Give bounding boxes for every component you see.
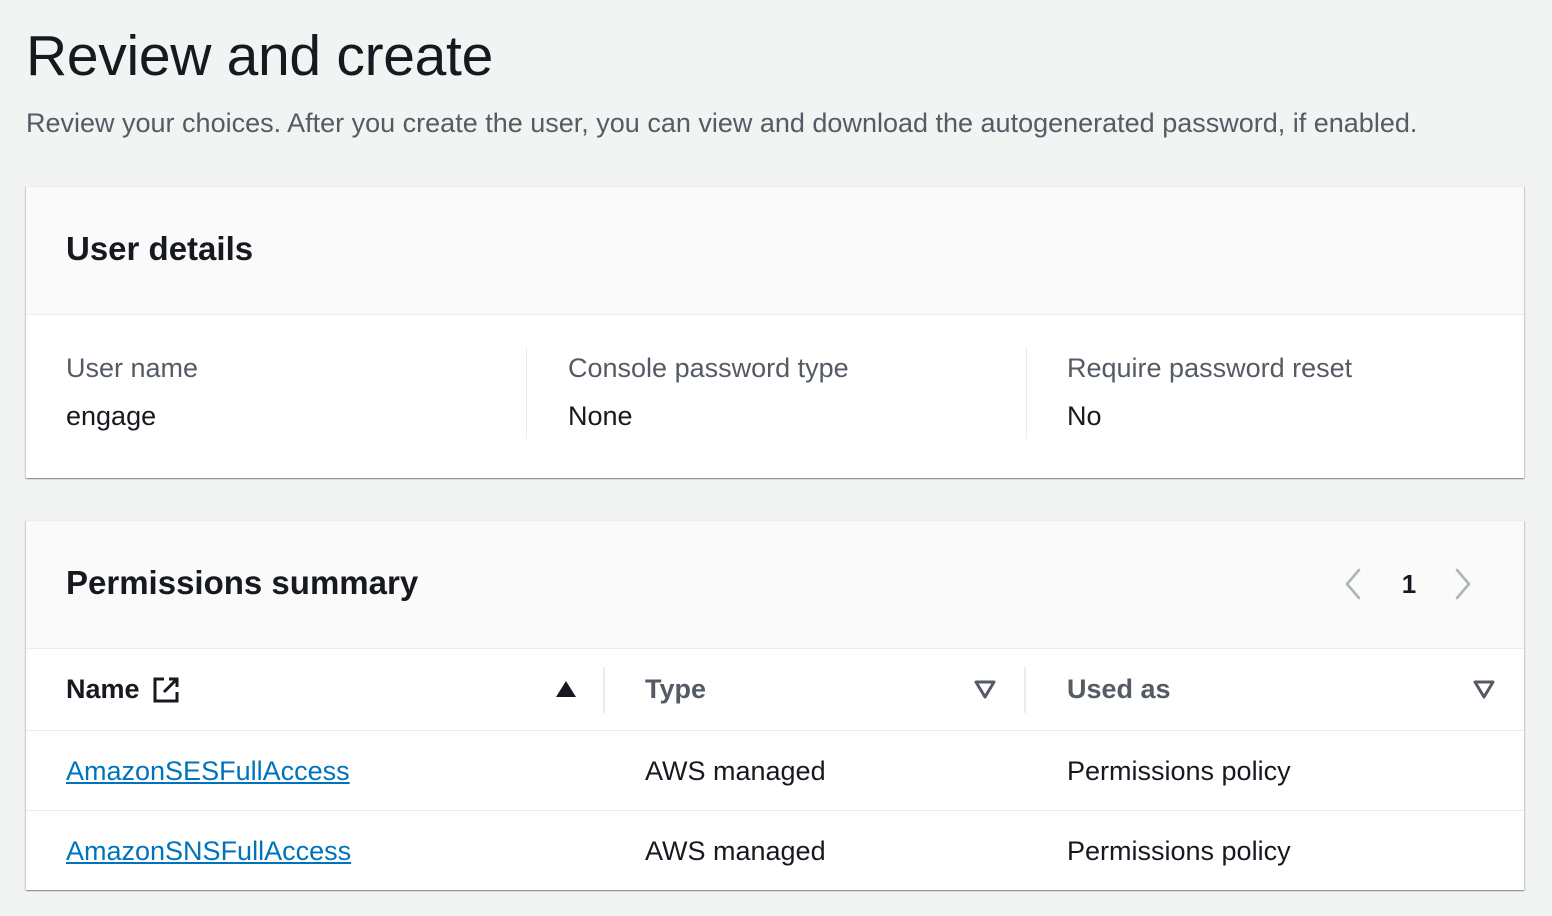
field-value: engage xyxy=(66,401,157,431)
field-value: None xyxy=(568,401,633,431)
column-header-label: Used as xyxy=(1067,674,1171,704)
sort-ascending-icon xyxy=(556,681,576,697)
column-header-type[interactable]: Type xyxy=(645,649,1005,730)
column-header-used-as[interactable]: Used as xyxy=(1067,649,1497,730)
chevron-right-icon xyxy=(1455,568,1471,600)
field-label: Console password type xyxy=(568,353,849,383)
previous-page-button[interactable] xyxy=(1338,565,1368,603)
column-divider xyxy=(1024,667,1026,713)
sort-icon xyxy=(1473,680,1495,699)
column-divider xyxy=(603,667,605,713)
permissions-summary-title: Permissions summary xyxy=(66,564,419,601)
field-require-password-reset: Require password reset No xyxy=(1026,347,1524,439)
user-details-header: User details xyxy=(26,187,1524,315)
page-description: Review your choices. After you create th… xyxy=(26,108,1418,138)
chevron-left-icon xyxy=(1345,568,1361,600)
permissions-summary-container: Permissions summary 1 Name Type Used as … xyxy=(26,520,1524,890)
pagination: 1 xyxy=(1338,565,1478,603)
sort-icon xyxy=(974,680,996,699)
policy-link[interactable]: AmazonSNSFullAccess xyxy=(66,832,351,870)
permissions-summary-header: Permissions summary 1 xyxy=(26,521,1524,649)
field-console-password-type: Console password type None xyxy=(526,347,1026,439)
policy-used-as: Permissions policy xyxy=(1067,756,1291,786)
external-link-icon xyxy=(153,677,179,703)
table-header: Name Type Used as xyxy=(26,649,1524,731)
next-page-button[interactable] xyxy=(1448,565,1478,603)
policy-used-as: Permissions policy xyxy=(1067,836,1291,866)
user-details-container: User details User name engage Console pa… xyxy=(26,186,1524,478)
page-number-button[interactable]: 1 xyxy=(1394,565,1424,603)
field-label: Require password reset xyxy=(1067,353,1353,383)
field-value: No xyxy=(1067,401,1102,431)
column-header-name[interactable]: Name xyxy=(66,649,606,730)
table-row: AmazonSESFullAccess AWS managed Permissi… xyxy=(26,731,1524,811)
user-details-title: User details xyxy=(66,230,254,267)
policy-type: AWS managed xyxy=(645,756,826,786)
policy-type: AWS managed xyxy=(645,836,826,866)
policy-link[interactable]: AmazonSESFullAccess xyxy=(66,752,350,790)
field-user-name: User name engage xyxy=(66,347,526,439)
page-title: Review and create xyxy=(26,24,493,88)
column-header-label: Type xyxy=(645,674,707,704)
user-details-fields: User name engage Console password type N… xyxy=(26,347,1524,439)
table-row: AmazonSNSFullAccess AWS managed Permissi… xyxy=(26,811,1524,891)
field-label: User name xyxy=(66,353,199,383)
column-header-label: Name xyxy=(66,674,140,704)
